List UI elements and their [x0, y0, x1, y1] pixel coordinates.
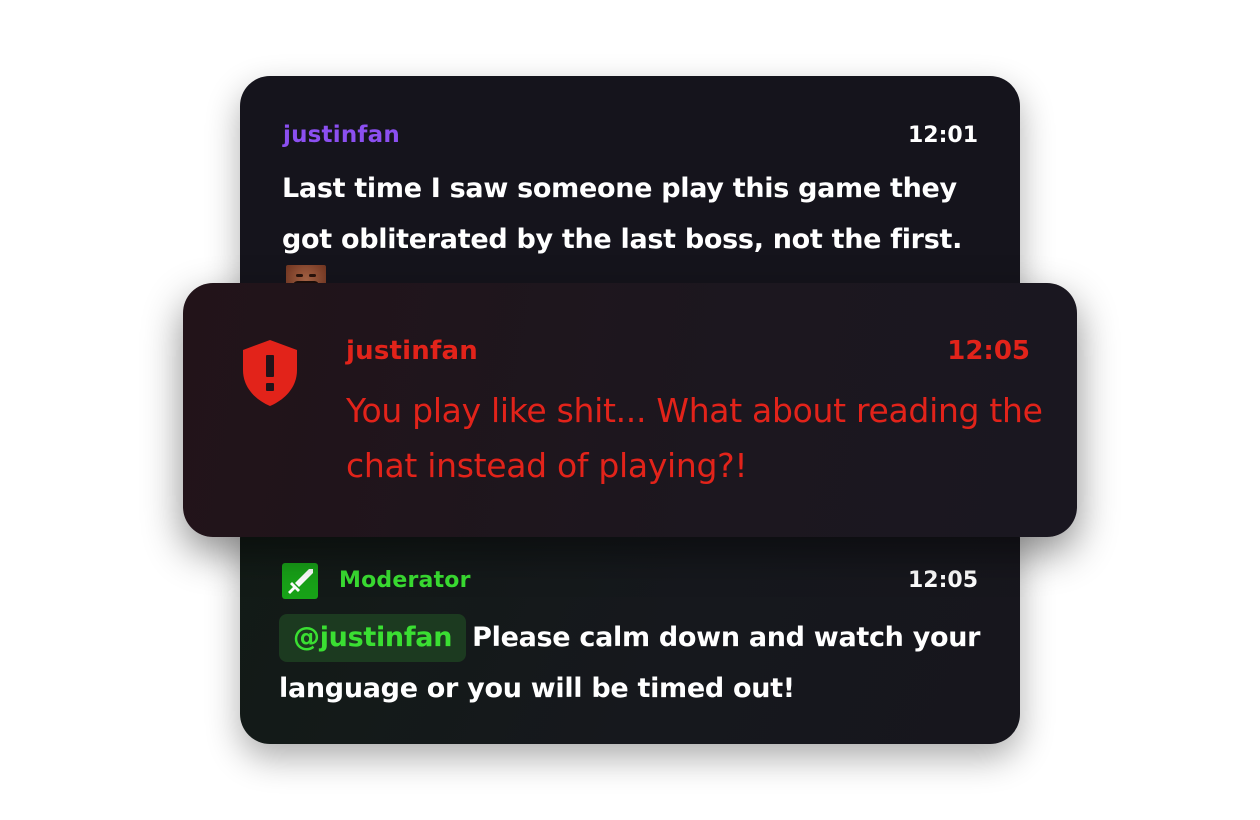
chat-stage: justinfan 12:01 Last time I saw someone … — [0, 0, 1260, 820]
flagged-message-text: You play like shit... What about reading… — [346, 391, 1043, 485]
message-text-container: @justinfan Please calm down and watch you… — [279, 612, 999, 714]
chat-message-card-flagged: justinfan 12:05 You play like shit... Wh… — [183, 283, 1077, 537]
flagged-username[interactable]: justinfan — [346, 336, 478, 366]
message-username[interactable]: justinfan — [283, 122, 400, 148]
moderator-username[interactable]: Moderator — [339, 568, 471, 593]
shield-alert-icon — [240, 338, 300, 408]
chat-message-card: justinfan 12:01 Last time I saw someone … — [240, 76, 1020, 316]
message-timestamp: 12:05 — [907, 568, 978, 593]
chat-message-card-moderator: Moderator 12:05 @justinfan Please calm do… — [240, 508, 1020, 744]
sword-icon — [282, 563, 318, 599]
mention-chip[interactable]: @justinfan — [279, 614, 467, 662]
message-timestamp: 12:05 — [947, 336, 1030, 366]
message-text: Last time I saw someone play this game t… — [282, 173, 963, 255]
message-timestamp: 12:01 — [907, 123, 978, 148]
